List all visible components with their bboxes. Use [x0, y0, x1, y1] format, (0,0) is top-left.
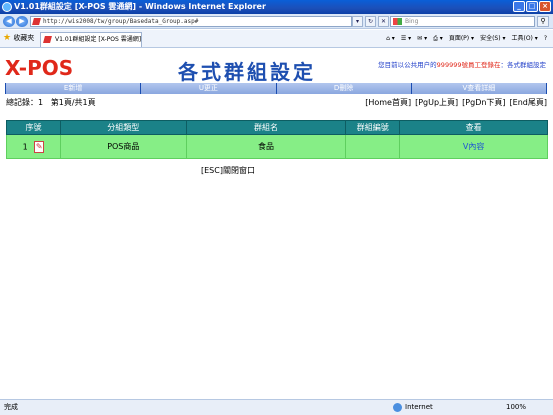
- favorites-label: 收藏夾: [13, 34, 35, 42]
- tab-page-icon: [43, 36, 52, 43]
- delete-button[interactable]: D刪除: [276, 83, 411, 94]
- address-row: ◀ ▶ http://wis2008/tw/group/Basedata_Gro…: [0, 14, 553, 29]
- print-icon[interactable]: ⎙ ▾: [433, 34, 443, 44]
- page-info: 第1頁/共1頁: [50, 98, 96, 107]
- add-button[interactable]: E新增: [6, 83, 141, 94]
- page-content: X-POS 各式群組設定 您目前以公共用户的999999號員工登錄在：各式群組設…: [0, 48, 553, 399]
- zone-label: Internet: [405, 403, 433, 411]
- close-window-link[interactable]: [ESC]關閉窗口: [201, 166, 255, 176]
- notice-user: 999999號員工登錄在: [436, 61, 501, 69]
- cell-code: [345, 134, 401, 159]
- row-index: 1: [22, 142, 28, 151]
- cell-name: 食品: [185, 134, 347, 159]
- feeds-icon[interactable]: ☰ ▾: [401, 34, 411, 44]
- status-text: 完成: [4, 403, 18, 411]
- col-header-name: 群組名: [185, 120, 347, 135]
- page-title: 各式群組設定: [178, 60, 316, 84]
- forward-arrow-icon[interactable]: ▶: [16, 16, 28, 27]
- notice-prefix: 您目前以公共用户的: [378, 61, 437, 69]
- maximize-button[interactable]: □: [526, 1, 538, 12]
- group-table: 序號 分組類型 群組名 群組編號 查看 1 ✎ POS商品 食品 V內容: [6, 120, 548, 159]
- cell-index: 1 ✎: [6, 134, 61, 159]
- action-toolbar: E新增 U更正 D刪除 V查看詳細: [5, 83, 547, 94]
- pager: [Home首頁] [PgUp上頁] [PgDn下頁] [End尾頁]: [365, 98, 547, 108]
- search-icon[interactable]: ⚲: [537, 16, 549, 27]
- view-content-link[interactable]: V內容: [463, 142, 484, 151]
- bing-logo-icon: [393, 18, 402, 25]
- record-stats: 總記錄：1 第1頁/共1頁: [6, 98, 96, 108]
- pager-end-link[interactable]: [End尾頁]: [510, 98, 547, 108]
- cell-view: V內容: [399, 134, 548, 159]
- tab-title: V1.01群組設定 [X-POS 雲通網]: [55, 36, 142, 43]
- col-header-view: 查看: [399, 120, 548, 135]
- refresh-icon[interactable]: ↻: [365, 16, 376, 27]
- col-header-code: 群組編號: [345, 120, 401, 135]
- close-window-button[interactable]: ×: [539, 1, 551, 12]
- cell-type: POS商品: [59, 134, 187, 159]
- page-icon: [32, 18, 41, 25]
- xpos-logo: X-POS: [5, 56, 74, 80]
- safety-menu[interactable]: 安全(S) ▾: [480, 34, 505, 44]
- notice-suffix: ：各式群組設定: [500, 61, 547, 69]
- star-icon: ★: [3, 33, 12, 43]
- tools-menu[interactable]: 工具(O) ▾: [511, 34, 537, 44]
- window-title: V1.01群組設定 [X-POS 雲通網] - Windows Internet…: [14, 2, 266, 11]
- home-icon[interactable]: ⌂ ▾: [386, 34, 395, 44]
- zoom-level[interactable]: 100%: [506, 400, 526, 415]
- view-detail-button[interactable]: V查看詳細: [411, 83, 546, 94]
- minimize-button[interactable]: _: [513, 1, 525, 12]
- window-title-bar: V1.01群組設定 [X-POS 雲通網] - Windows Internet…: [0, 0, 553, 14]
- col-header-index: 序號: [6, 120, 61, 135]
- favorites-button[interactable]: ★ 收藏夾: [3, 33, 34, 44]
- command-bar: ⌂ ▾ ☰ ▾ ✉ ▾ ⎙ ▾ 頁面(P) ▾ 安全(S) ▾ 工具(O) ▾ …: [386, 34, 547, 44]
- edit-pen-icon[interactable]: ✎: [34, 140, 45, 153]
- page-menu[interactable]: 頁面(P) ▾: [449, 34, 474, 44]
- pager-next-link[interactable]: [PgDn下頁]: [462, 98, 505, 108]
- edit-button[interactable]: U更正: [141, 83, 276, 94]
- globe-icon: [393, 403, 402, 412]
- stop-icon[interactable]: ✕: [378, 16, 389, 27]
- browser-tab[interactable]: V1.01群組設定 [X-POS 雲通網]: [40, 32, 142, 47]
- pager-prev-link[interactable]: [PgUp上頁]: [415, 98, 458, 108]
- search-input[interactable]: Bing: [390, 16, 535, 27]
- col-header-type: 分組類型: [59, 120, 187, 135]
- mail-icon[interactable]: ✉ ▾: [417, 34, 427, 44]
- total-records: 總記錄：1: [6, 98, 44, 107]
- table-row[interactable]: 1 ✎ POS商品 食品 V內容: [6, 134, 548, 159]
- search-placeholder: Bing: [405, 18, 419, 25]
- address-url: http://wis2008/tw/group/Basedata_Group.a…: [43, 18, 199, 25]
- pager-home-link[interactable]: [Home首頁]: [365, 98, 411, 108]
- table-header-row: 序號 分組類型 群組名 群組編號 查看: [6, 120, 548, 135]
- back-arrow-icon[interactable]: ◀: [3, 16, 15, 27]
- login-notice: 您目前以公共用户的999999號員工登錄在：各式群組設定: [360, 61, 546, 70]
- help-menu[interactable]: ?: [544, 34, 547, 44]
- ie-logo-icon: [2, 2, 12, 12]
- address-bar[interactable]: http://wis2008/tw/group/Basedata_Group.a…: [30, 16, 352, 27]
- tab-row: ★ 收藏夾 V1.01群組設定 [X-POS 雲通網] ⌂ ▾ ☰ ▾ ✉ ▾ …: [0, 30, 553, 48]
- security-zone: Internet: [393, 400, 433, 415]
- status-bar: 完成 Internet 100%: [0, 399, 553, 415]
- dropdown-icon[interactable]: ▾: [352, 16, 363, 27]
